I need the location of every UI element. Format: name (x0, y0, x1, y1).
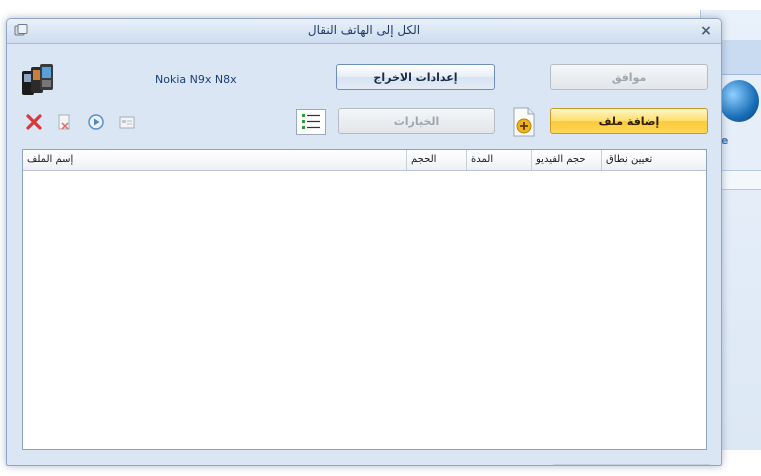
window-title: الكل إلى الهاتف النقال (307, 23, 421, 37)
globe-icon (719, 80, 759, 122)
column-header-video-size[interactable]: حجم الفيديو (531, 150, 601, 170)
mobile-converter-dialog: الكل إلى الهاتف النقال × Nokia N9x N8x إ… (6, 18, 722, 466)
column-header-duration[interactable]: المدة (466, 150, 531, 170)
options-button[interactable]: الخيارات (338, 108, 495, 134)
close-button[interactable]: × (697, 22, 715, 40)
column-header-range[interactable]: تعيين نطاق (601, 150, 706, 170)
device-profile-label: Nokia N9x N8x (155, 73, 237, 86)
task-list-icon (302, 114, 320, 129)
column-header-size[interactable]: الحجم (406, 150, 466, 170)
footer-button-partial (552, 464, 712, 465)
add-file-icon[interactable] (512, 107, 536, 137)
title-bar[interactable]: الكل إلى الهاتف النقال × (7, 19, 721, 44)
play-preview-icon[interactable] (86, 112, 106, 132)
file-list-table[interactable]: تعيين نطاق حجم الفيديو المدة الحجم إسم ا… (22, 149, 707, 450)
add-file-button[interactable]: إضافة ملف (550, 108, 708, 134)
properties-icon[interactable] (117, 112, 137, 132)
mobile-phone-icon (20, 63, 56, 97)
column-header-file-name[interactable]: إسم الملف (23, 150, 406, 170)
clear-list-icon[interactable] (54, 112, 74, 132)
output-settings-button[interactable]: إعدادات الاخراج (336, 64, 495, 90)
ok-button[interactable]: موافق (550, 64, 708, 90)
table-header: تعيين نطاق حجم الفيديو المدة الحجم إسم ا… (23, 150, 706, 171)
delete-icon[interactable] (24, 112, 44, 132)
task-list-button[interactable] (296, 109, 326, 135)
